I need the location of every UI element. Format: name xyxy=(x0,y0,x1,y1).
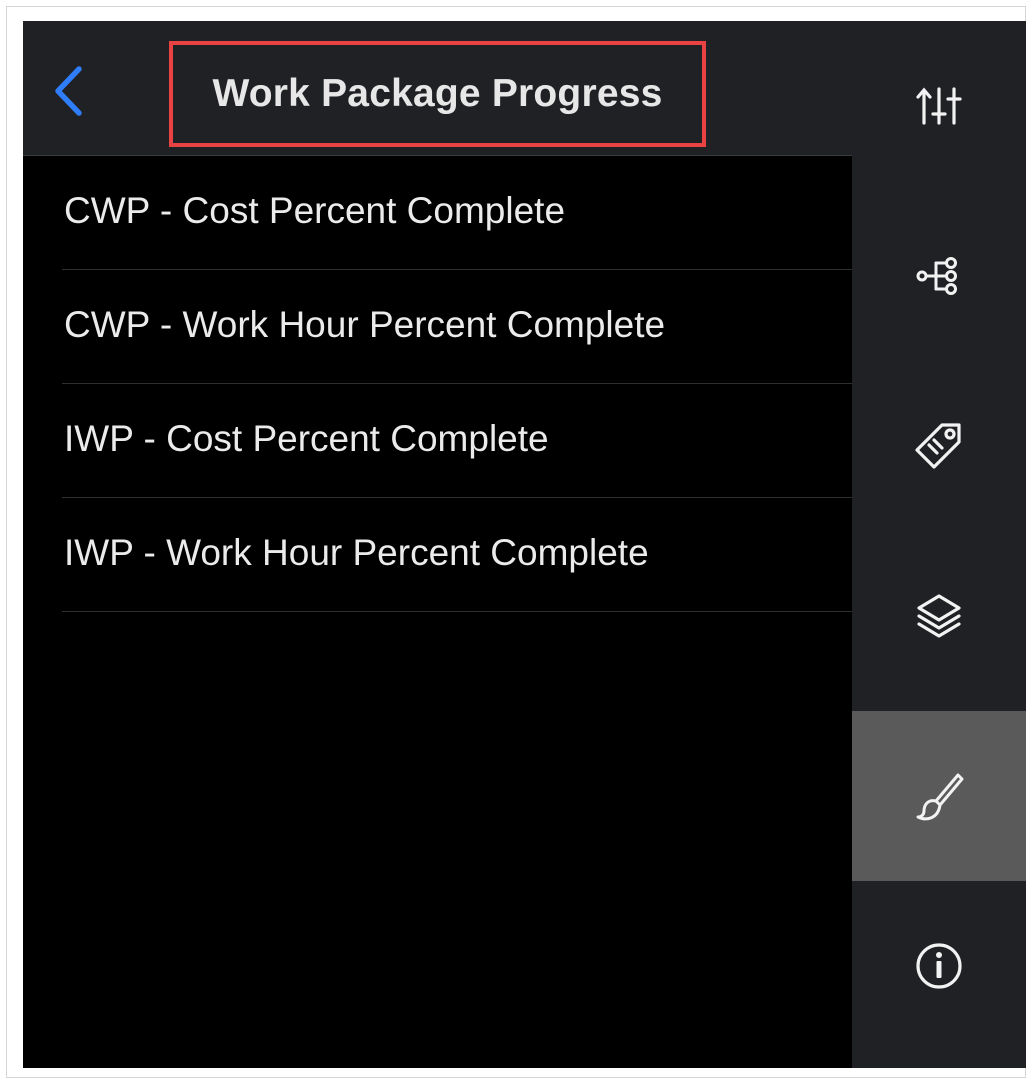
list-item-cwp-cost-percent-complete[interactable]: CWP - Cost Percent Complete xyxy=(62,156,852,270)
sort-filter-button[interactable] xyxy=(852,21,1026,191)
title-highlight-box: Work Package Progress xyxy=(169,41,706,147)
progress-options-list: CWP - Cost Percent Complete CWP - Work H… xyxy=(23,156,852,612)
panel-header: Work Package Progress xyxy=(23,21,852,156)
right-toolbar xyxy=(852,21,1026,1068)
brush-button[interactable] xyxy=(852,711,1026,881)
tag-icon xyxy=(915,423,961,469)
list-item-cwp-work-hour-percent-complete[interactable]: CWP - Work Hour Percent Complete xyxy=(62,270,852,384)
chevron-left-icon xyxy=(55,66,82,116)
list-item-label: CWP - Cost Percent Complete xyxy=(64,190,566,231)
layers-icon xyxy=(917,594,961,638)
info-button[interactable] xyxy=(852,881,1026,1051)
brush-icon xyxy=(916,773,964,821)
list-item-label: CWP - Work Hour Percent Complete xyxy=(64,304,666,345)
list-item-label: IWP - Work Hour Percent Complete xyxy=(64,532,649,573)
back-button[interactable] xyxy=(49,63,89,119)
hierarchy-button[interactable] xyxy=(852,191,1026,361)
layers-button[interactable] xyxy=(852,531,1026,701)
work-package-progress-panel: Work Package Progress CWP - Cost Percent… xyxy=(23,21,852,1068)
app-screen: Work Package Progress CWP - Cost Percent… xyxy=(23,21,1026,1068)
hierarchy-icon xyxy=(916,257,957,295)
list-item-label: IWP - Cost Percent Complete xyxy=(64,418,549,459)
list-item-iwp-work-hour-percent-complete[interactable]: IWP - Work Hour Percent Complete xyxy=(62,498,852,612)
list-item-iwp-cost-percent-complete[interactable]: IWP - Cost Percent Complete xyxy=(62,384,852,498)
tag-button[interactable] xyxy=(852,361,1026,531)
sort-filter-icon xyxy=(916,87,962,125)
page-title: Work Package Progress xyxy=(212,72,663,115)
info-icon xyxy=(916,943,962,989)
